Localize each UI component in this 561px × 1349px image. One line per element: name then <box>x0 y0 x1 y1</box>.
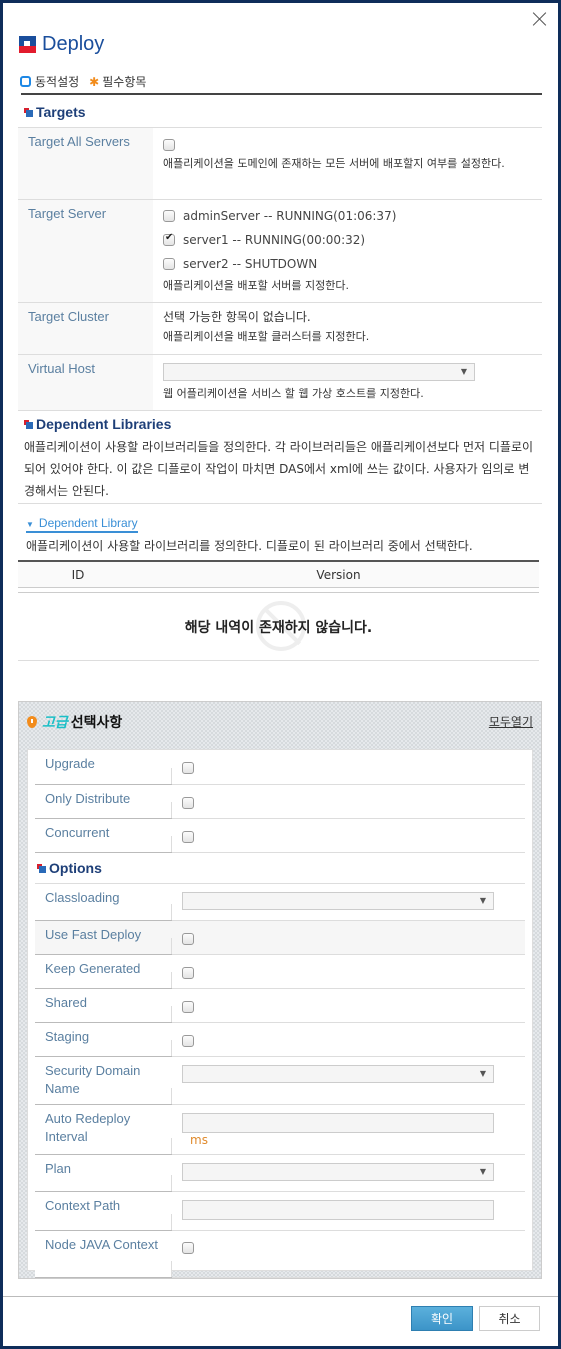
section-bullet-icon <box>24 107 33 117</box>
legend: 동적설정 ✱ 필수항목 <box>20 73 146 90</box>
use-fast-deploy-label: Use Fast Deploy <box>35 920 172 955</box>
dialog-title-text: Deploy <box>42 33 105 55</box>
column-id[interactable]: ID <box>18 568 138 582</box>
options-table: Classloading Use Fast Deploy Keep Genera… <box>35 883 525 1278</box>
upgrade-checkbox[interactable] <box>182 762 194 774</box>
auto-redeploy-input[interactable] <box>182 1113 494 1133</box>
confirm-button[interactable]: 확인 <box>411 1306 473 1331</box>
only-distribute-label: Only Distribute <box>35 784 172 819</box>
shared-checkbox[interactable] <box>182 1001 194 1013</box>
target-cluster-label: Target Cluster <box>18 302 153 355</box>
row-concurrent: Concurrent <box>35 818 525 853</box>
row-target-all-servers: Target All Servers 애플리케이션을 도메인에 존재하는 모든 … <box>18 127 542 200</box>
shared-label: Shared <box>35 988 172 1023</box>
staging-label: Staging <box>35 1022 172 1057</box>
advanced-title: 고급 선택사항 <box>27 712 122 732</box>
server-option[interactable]: server2 -- SHUTDOWN <box>163 252 532 276</box>
target-cluster-empty: 선택 가능한 항목이 없습니다. <box>163 310 311 324</box>
classloading-label: Classloading <box>35 883 172 921</box>
virtual-host-select[interactable] <box>163 363 475 381</box>
row-node-java-context: Node JAVA Context <box>35 1230 525 1278</box>
auto-redeploy-label: Auto Redeploy Interval <box>35 1104 172 1155</box>
row-plan: Plan <box>35 1154 525 1192</box>
targets-section-title: Targets <box>24 104 86 120</box>
row-classloading: Classloading <box>35 883 525 921</box>
unit-label: ms <box>190 1133 208 1147</box>
library-table-header: ID Version <box>18 560 539 588</box>
row-upgrade: Upgrade <box>35 750 525 785</box>
row-keep-generated: Keep Generated <box>35 954 525 989</box>
row-virtual-host: Virtual Host 웹 어플리케이션을 서비스 할 웹 가상 호스트를 지… <box>18 354 542 411</box>
server-checkbox[interactable] <box>163 210 175 222</box>
row-shared: Shared <box>35 988 525 1023</box>
server-option[interactable]: adminServer -- RUNNING(01:06:37) <box>163 204 532 228</box>
footer-divider <box>3 1296 558 1297</box>
upgrade-label: Upgrade <box>35 750 172 785</box>
concurrent-label: Concurrent <box>35 818 172 853</box>
staging-checkbox[interactable] <box>182 1035 194 1047</box>
empty-message: 해당 내역이 존재하지 않습니다. <box>184 619 373 636</box>
server-checkbox[interactable] <box>163 232 175 246</box>
row-target-cluster: Target Cluster 선택 가능한 항목이 없습니다. 애플리케이션을 … <box>18 302 542 355</box>
legend-dynamic: 동적설정 <box>35 75 80 89</box>
targets-table: Target All Servers 애플리케이션을 도메인에 존재하는 모든 … <box>18 127 542 411</box>
node-java-context-label: Node JAVA Context <box>35 1230 172 1278</box>
target-cluster-desc: 애플리케이션을 배포할 클러스터를 지정한다. <box>163 330 370 343</box>
target-server-desc: 애플리케이션을 배포할 서버를 지정한다. <box>163 279 350 292</box>
only-distribute-checkbox[interactable] <box>182 796 194 809</box>
advanced-panel: 고급 선택사항 모두열기 Upgrade Only Distribute Con… <box>18 701 542 1279</box>
dependent-libraries-desc: 애플리케이션이 사용할 라이브러리들을 정의한다. 각 라이브러리들은 애플리케… <box>24 440 534 498</box>
row-target-server: Target Server adminServer -- RUNNING(01:… <box>18 199 542 303</box>
server-option[interactable]: server1 -- RUNNING(00:00:32) <box>163 228 532 252</box>
target-all-servers-label: Target All Servers <box>18 127 153 200</box>
section-bullet-icon <box>24 419 33 429</box>
keep-generated-checkbox[interactable] <box>182 967 194 979</box>
expand-all-link[interactable]: 모두열기 <box>489 713 533 730</box>
advanced-content: Upgrade Only Distribute Concurrent Optio… <box>27 749 533 1278</box>
dependent-library-desc: 애플리케이션이 사용할 라이브러리를 정의한다. 디플로이 된 라이브러리 중에… <box>26 539 473 553</box>
column-version[interactable]: Version <box>138 568 539 582</box>
dependent-library-toggle[interactable]: ▼ Dependent Library <box>26 516 138 533</box>
server-checkbox[interactable] <box>163 258 175 270</box>
row-use-fast-deploy: Use Fast Deploy <box>35 920 525 955</box>
target-all-servers-checkbox[interactable] <box>163 139 175 151</box>
virtual-host-label: Virtual Host <box>18 354 153 411</box>
keep-generated-label: Keep Generated <box>35 954 172 989</box>
section-bullet-icon <box>37 863 46 873</box>
dialog-title: Deploy <box>19 33 104 56</box>
security-domain-label: Security Domain Name <box>35 1056 172 1105</box>
deploy-logo-icon <box>19 36 36 53</box>
context-path-label: Context Path <box>35 1191 172 1231</box>
security-domain-select[interactable] <box>182 1065 494 1083</box>
classloading-select[interactable] <box>182 892 494 910</box>
info-pin-icon <box>27 716 37 728</box>
asterisk-icon: ✱ <box>89 74 100 89</box>
virtual-host-desc: 웹 어플리케이션을 서비스 할 웹 가상 호스트를 지정한다. <box>163 387 424 400</box>
dependent-libraries-title: Dependent Libraries <box>24 416 171 432</box>
plan-select[interactable] <box>182 1163 494 1181</box>
options-section-title: Options <box>37 860 102 876</box>
legend-required: 필수항목 <box>102 75 147 89</box>
row-security-domain: Security Domain Name <box>35 1056 525 1105</box>
advanced-table: Upgrade Only Distribute Concurrent <box>35 750 525 853</box>
plan-label: Plan <box>35 1154 172 1192</box>
cancel-button[interactable]: 취소 <box>479 1306 540 1331</box>
legend-divider <box>21 93 542 95</box>
close-icon[interactable] <box>532 11 548 27</box>
library-table-empty: 해당 내역이 존재하지 않습니다. <box>18 593 539 661</box>
target-all-servers-desc: 애플리케이션을 도메인에 존재하는 모든 서버에 배포할지 여부를 설정한다. <box>163 157 505 170</box>
target-server-label: Target Server <box>18 199 153 303</box>
divider <box>18 503 542 504</box>
caret-down-icon: ▼ <box>26 520 34 529</box>
use-fast-deploy-checkbox[interactable] <box>182 933 194 945</box>
row-context-path: Context Path <box>35 1191 525 1231</box>
context-path-input[interactable] <box>182 1200 494 1220</box>
row-only-distribute: Only Distribute <box>35 784 525 819</box>
row-staging: Staging <box>35 1022 525 1057</box>
concurrent-checkbox[interactable] <box>182 830 194 843</box>
refresh-icon <box>20 76 31 87</box>
row-auto-redeploy: Auto Redeploy Interval ms <box>35 1104 525 1155</box>
node-java-context-checkbox[interactable] <box>182 1242 194 1254</box>
